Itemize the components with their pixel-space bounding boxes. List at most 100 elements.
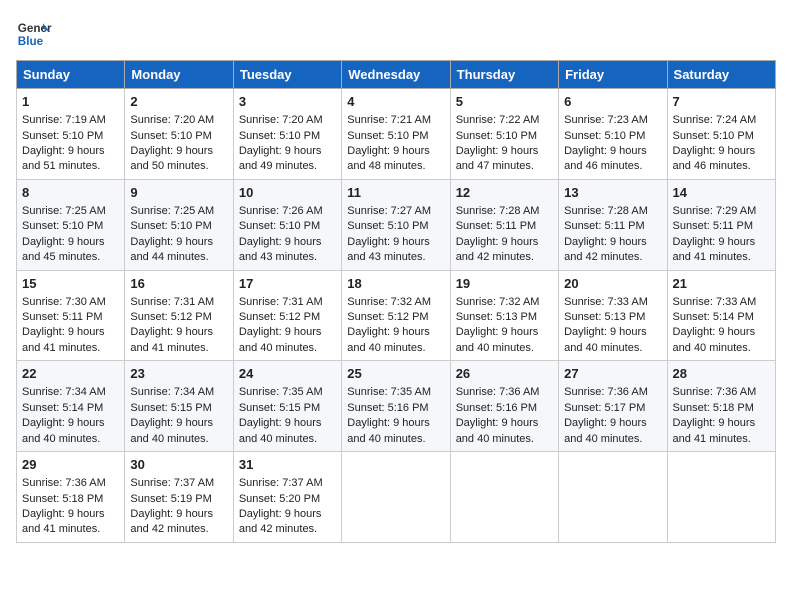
daylight-label: Daylight: 9 hours and 40 minutes. — [130, 417, 213, 444]
sunset-label: Sunset: 5:10 PM — [456, 130, 537, 142]
sunrise-label: Sunrise: 7:25 AM — [130, 205, 214, 217]
calendar-cell: 30 Sunrise: 7:37 AM Sunset: 5:19 PM Dayl… — [125, 452, 233, 543]
day-number: 2 — [130, 93, 227, 111]
sunrise-label: Sunrise: 7:37 AM — [130, 477, 214, 489]
sunrise-label: Sunrise: 7:35 AM — [347, 386, 431, 398]
daylight-label: Daylight: 9 hours and 45 minutes. — [22, 236, 105, 263]
day-number: 11 — [347, 184, 444, 202]
sunset-label: Sunset: 5:18 PM — [673, 402, 754, 414]
sunset-label: Sunset: 5:13 PM — [564, 311, 645, 323]
calendar-cell: 9 Sunrise: 7:25 AM Sunset: 5:10 PM Dayli… — [125, 179, 233, 270]
sunrise-label: Sunrise: 7:32 AM — [456, 296, 540, 308]
sunset-label: Sunset: 5:14 PM — [22, 402, 103, 414]
sunrise-label: Sunrise: 7:36 AM — [456, 386, 540, 398]
sunset-label: Sunset: 5:12 PM — [239, 311, 320, 323]
daylight-label: Daylight: 9 hours and 44 minutes. — [130, 236, 213, 263]
sunrise-label: Sunrise: 7:34 AM — [130, 386, 214, 398]
weekday-header-wednesday: Wednesday — [342, 61, 450, 89]
calendar-cell: 21 Sunrise: 7:33 AM Sunset: 5:14 PM Dayl… — [667, 270, 775, 361]
day-number: 18 — [347, 275, 444, 293]
sunset-label: Sunset: 5:13 PM — [456, 311, 537, 323]
sunset-label: Sunset: 5:10 PM — [239, 220, 320, 232]
sunrise-label: Sunrise: 7:33 AM — [564, 296, 648, 308]
day-number: 13 — [564, 184, 661, 202]
weekday-header-tuesday: Tuesday — [233, 61, 341, 89]
day-number: 7 — [673, 93, 770, 111]
calendar-cell: 5 Sunrise: 7:22 AM Sunset: 5:10 PM Dayli… — [450, 89, 558, 180]
day-number: 5 — [456, 93, 553, 111]
sunset-label: Sunset: 5:15 PM — [239, 402, 320, 414]
daylight-label: Daylight: 9 hours and 46 minutes. — [673, 145, 756, 172]
sunset-label: Sunset: 5:10 PM — [130, 220, 211, 232]
sunrise-label: Sunrise: 7:21 AM — [347, 114, 431, 126]
sunrise-label: Sunrise: 7:29 AM — [673, 205, 757, 217]
header: General Blue — [16, 16, 776, 52]
sunset-label: Sunset: 5:12 PM — [130, 311, 211, 323]
day-number: 16 — [130, 275, 227, 293]
daylight-label: Daylight: 9 hours and 40 minutes. — [673, 326, 756, 353]
daylight-label: Daylight: 9 hours and 43 minutes. — [239, 236, 322, 263]
sunrise-label: Sunrise: 7:24 AM — [673, 114, 757, 126]
day-number: 17 — [239, 275, 336, 293]
daylight-label: Daylight: 9 hours and 48 minutes. — [347, 145, 430, 172]
day-number: 1 — [22, 93, 119, 111]
sunset-label: Sunset: 5:11 PM — [22, 311, 103, 323]
calendar-cell: 14 Sunrise: 7:29 AM Sunset: 5:11 PM Dayl… — [667, 179, 775, 270]
day-number: 30 — [130, 456, 227, 474]
sunset-label: Sunset: 5:10 PM — [130, 130, 211, 142]
day-number: 29 — [22, 456, 119, 474]
calendar-cell: 8 Sunrise: 7:25 AM Sunset: 5:10 PM Dayli… — [17, 179, 125, 270]
sunset-label: Sunset: 5:15 PM — [130, 402, 211, 414]
calendar-cell: 16 Sunrise: 7:31 AM Sunset: 5:12 PM Dayl… — [125, 270, 233, 361]
sunset-label: Sunset: 5:10 PM — [673, 130, 754, 142]
sunrise-label: Sunrise: 7:28 AM — [456, 205, 540, 217]
sunrise-label: Sunrise: 7:31 AM — [130, 296, 214, 308]
daylight-label: Daylight: 9 hours and 41 minutes. — [130, 326, 213, 353]
calendar-cell — [450, 452, 558, 543]
day-number: 10 — [239, 184, 336, 202]
daylight-label: Daylight: 9 hours and 41 minutes. — [673, 236, 756, 263]
calendar-cell: 13 Sunrise: 7:28 AM Sunset: 5:11 PM Dayl… — [559, 179, 667, 270]
sunset-label: Sunset: 5:17 PM — [564, 402, 645, 414]
day-number: 25 — [347, 365, 444, 383]
sunset-label: Sunset: 5:19 PM — [130, 493, 211, 505]
calendar-cell: 10 Sunrise: 7:26 AM Sunset: 5:10 PM Dayl… — [233, 179, 341, 270]
calendar-cell: 6 Sunrise: 7:23 AM Sunset: 5:10 PM Dayli… — [559, 89, 667, 180]
daylight-label: Daylight: 9 hours and 49 minutes. — [239, 145, 322, 172]
calendar-cell: 3 Sunrise: 7:20 AM Sunset: 5:10 PM Dayli… — [233, 89, 341, 180]
weekday-header-sunday: Sunday — [17, 61, 125, 89]
day-number: 8 — [22, 184, 119, 202]
sunrise-label: Sunrise: 7:20 AM — [130, 114, 214, 126]
calendar-cell: 18 Sunrise: 7:32 AM Sunset: 5:12 PM Dayl… — [342, 270, 450, 361]
daylight-label: Daylight: 9 hours and 40 minutes. — [239, 326, 322, 353]
sunset-label: Sunset: 5:10 PM — [564, 130, 645, 142]
daylight-label: Daylight: 9 hours and 42 minutes. — [456, 236, 539, 263]
calendar-cell: 2 Sunrise: 7:20 AM Sunset: 5:10 PM Dayli… — [125, 89, 233, 180]
sunrise-label: Sunrise: 7:33 AM — [673, 296, 757, 308]
sunrise-label: Sunrise: 7:28 AM — [564, 205, 648, 217]
calendar-cell: 15 Sunrise: 7:30 AM Sunset: 5:11 PM Dayl… — [17, 270, 125, 361]
daylight-label: Daylight: 9 hours and 50 minutes. — [130, 145, 213, 172]
sunrise-label: Sunrise: 7:26 AM — [239, 205, 323, 217]
logo: General Blue — [16, 16, 52, 52]
daylight-label: Daylight: 9 hours and 40 minutes. — [564, 326, 647, 353]
sunrise-label: Sunrise: 7:30 AM — [22, 296, 106, 308]
day-number: 23 — [130, 365, 227, 383]
sunset-label: Sunset: 5:11 PM — [673, 220, 754, 232]
weekday-header-saturday: Saturday — [667, 61, 775, 89]
daylight-label: Daylight: 9 hours and 47 minutes. — [456, 145, 539, 172]
calendar-cell — [342, 452, 450, 543]
sunrise-label: Sunrise: 7:34 AM — [22, 386, 106, 398]
calendar-cell: 26 Sunrise: 7:36 AM Sunset: 5:16 PM Dayl… — [450, 361, 558, 452]
calendar-cell: 22 Sunrise: 7:34 AM Sunset: 5:14 PM Dayl… — [17, 361, 125, 452]
sunset-label: Sunset: 5:16 PM — [456, 402, 537, 414]
calendar-cell: 7 Sunrise: 7:24 AM Sunset: 5:10 PM Dayli… — [667, 89, 775, 180]
calendar-cell: 11 Sunrise: 7:27 AM Sunset: 5:10 PM Dayl… — [342, 179, 450, 270]
sunrise-label: Sunrise: 7:35 AM — [239, 386, 323, 398]
calendar-cell: 31 Sunrise: 7:37 AM Sunset: 5:20 PM Dayl… — [233, 452, 341, 543]
calendar-cell — [559, 452, 667, 543]
daylight-label: Daylight: 9 hours and 41 minutes. — [673, 417, 756, 444]
calendar-cell — [667, 452, 775, 543]
daylight-label: Daylight: 9 hours and 51 minutes. — [22, 145, 105, 172]
daylight-label: Daylight: 9 hours and 42 minutes. — [239, 508, 322, 535]
